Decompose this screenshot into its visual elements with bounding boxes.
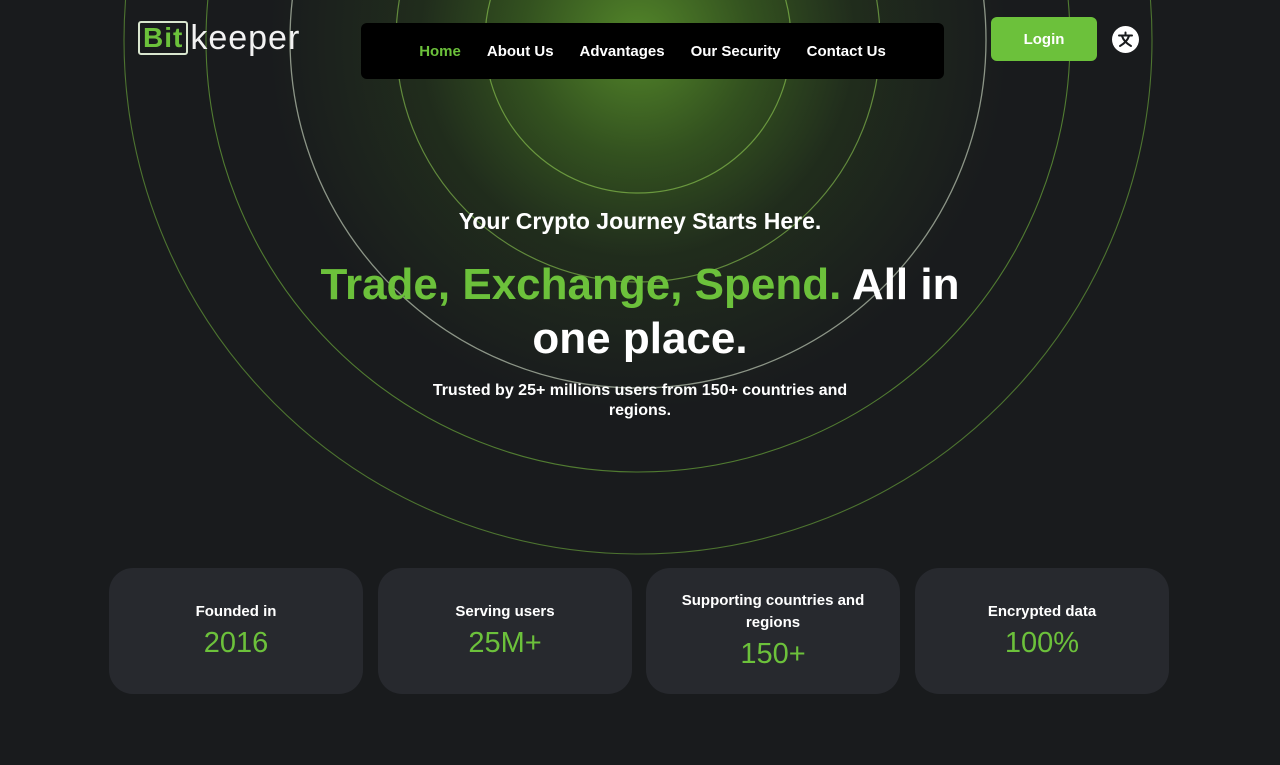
hero-headline: Trade, Exchange, Spend. All in one place…: [320, 258, 960, 366]
logo-text: keeper: [190, 19, 301, 57]
nav-item-contact-us[interactable]: Contact Us: [807, 43, 886, 60]
login-button[interactable]: Login: [991, 17, 1097, 61]
hero-tagline: Your Crypto Journey Starts Here.: [458, 208, 822, 234]
nav-item-our-security[interactable]: Our Security: [691, 43, 781, 60]
stat-label: Encrypted data: [987, 603, 1097, 620]
bitkeeper-logo[interactable]: Bit keeper: [138, 20, 300, 56]
nav-item-home[interactable]: Home: [419, 43, 461, 60]
main-nav: Home About Us Advantages Our Security Co…: [361, 23, 944, 79]
landing-page: Bit keeper Home About Us Advantages Our …: [0, 0, 1280, 765]
stat-card-founded: Founded in 2016: [109, 568, 363, 694]
stat-label: Founded in: [195, 603, 277, 620]
stat-card-users: Serving users 25M+: [378, 568, 632, 694]
hero-subtext: Trusted by 25+ millions users from 150+ …: [432, 382, 848, 419]
stat-card-encryption: Encrypted data 100%: [915, 568, 1169, 694]
translate-icon: [1118, 31, 1133, 47]
logo-boxed-text: Bit: [138, 21, 189, 55]
stat-value: 100%: [1004, 627, 1080, 659]
stat-value: 150+: [740, 638, 806, 670]
stat-value: 2016: [203, 627, 269, 659]
stat-card-countries: Supporting countries and regions 150+: [646, 568, 900, 694]
language-button[interactable]: [1112, 26, 1139, 53]
stat-label: Supporting countries and regions: [681, 592, 865, 631]
stat-value: 25M+: [468, 627, 542, 659]
nav-item-about-us[interactable]: About Us: [487, 43, 554, 60]
stat-label: Serving users: [455, 603, 555, 620]
nav-item-advantages[interactable]: Advantages: [580, 43, 665, 60]
headline-highlight: Trade, Exchange, Spend.: [320, 260, 842, 309]
